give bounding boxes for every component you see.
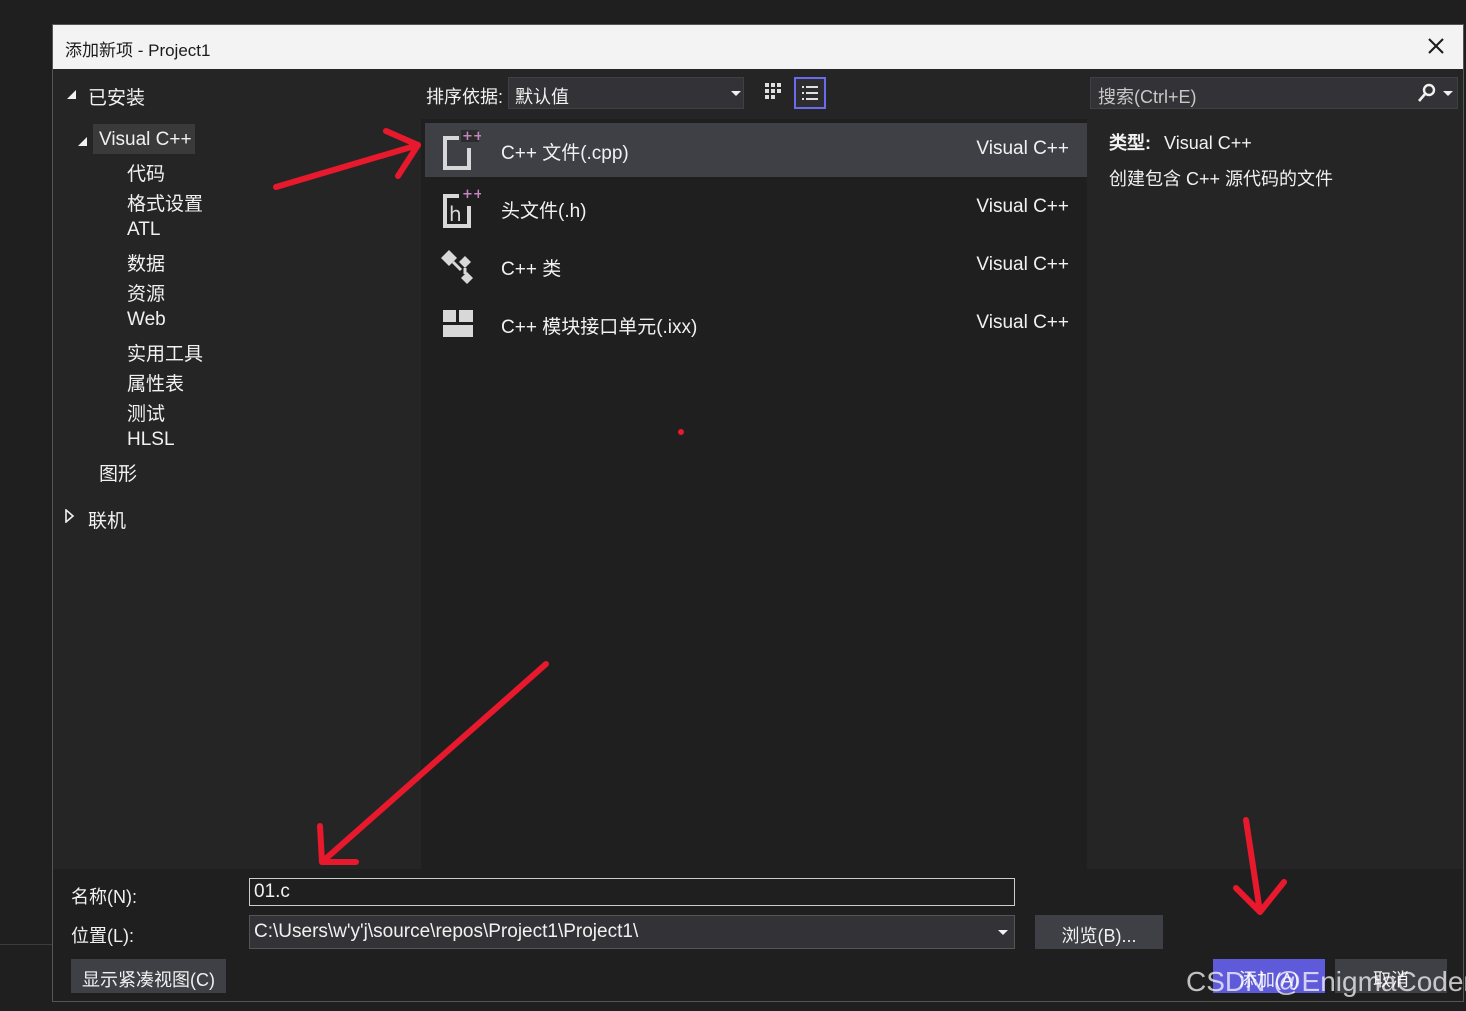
location-value: C:\Users\w'y'j\source\repos\Project1\Pro… — [254, 921, 639, 942]
tree-item-atl[interactable]: ATL — [127, 219, 160, 241]
chevron-down-icon — [731, 91, 741, 96]
sort-label: 排序依据: — [426, 87, 504, 107]
tree-item-property-sheets[interactable]: 属性表 — [127, 369, 184, 396]
template-language: Visual C++ — [976, 254, 1069, 275]
sort-value: 默认值 — [515, 87, 569, 107]
dialog-titlebar: 添加新项 - Project1 — [53, 25, 1463, 69]
svg-text:++: ++ — [462, 129, 481, 144]
search-input[interactable]: 搜索(Ctrl+E) — [1090, 77, 1458, 109]
expanded-triangle-icon[interactable] — [67, 90, 76, 99]
tree-item-hlsl[interactable]: HLSL — [127, 429, 175, 451]
module-interface-icon — [443, 310, 473, 337]
close-icon[interactable] — [1423, 33, 1449, 59]
background-divider — [0, 944, 52, 945]
watermark: CSDN @EnigmaCoder — [1186, 966, 1466, 997]
expanded-triangle-icon[interactable] — [78, 137, 87, 146]
tree-item-utility[interactable]: 实用工具 — [127, 339, 203, 366]
svg-text:++: ++ — [462, 187, 481, 202]
type-value: Visual C++ — [1164, 133, 1252, 153]
template-language: Visual C++ — [976, 312, 1069, 333]
tree-item-web[interactable]: Web — [127, 309, 166, 331]
sort-dropdown[interactable]: 默认值 — [508, 77, 744, 109]
template-language: Visual C++ — [976, 196, 1069, 217]
template-type: 类型: Visual C++ — [1109, 129, 1252, 155]
tree-item-visual-cpp[interactable]: Visual C++ — [99, 129, 192, 151]
location-input[interactable]: C:\Users\w'y'j\source\repos\Project1\Pro… — [249, 915, 1015, 949]
name-label: 名称(N): — [71, 887, 137, 907]
grid-view-icon[interactable] — [759, 77, 791, 109]
search-placeholder: 搜索(Ctrl+E) — [1098, 87, 1197, 107]
tree-item-test[interactable]: 测试 — [127, 399, 165, 426]
collapsed-triangle-icon[interactable] — [64, 509, 76, 523]
details-pane: 搜索(Ctrl+E) 类型: Visual C++ 创建包含 C++ 源代码的文… — [1089, 69, 1463, 869]
template-item-header[interactable]: h ++ 头文件(.h) Visual C++ — [425, 181, 1087, 235]
template-language: Visual C++ — [976, 138, 1069, 159]
template-description: 创建包含 C++ 源代码的文件 — [1109, 169, 1334, 189]
template-item-class[interactable]: C++ 类 Visual C++ — [425, 239, 1087, 293]
compact-view-button[interactable]: 显示紧凑视图(C) — [71, 959, 226, 993]
type-label: 类型: — [1109, 133, 1151, 153]
template-item-module[interactable]: C++ 模块接口单元(.ixx) Visual C++ — [425, 297, 1087, 351]
template-name: C++ 类 — [501, 259, 562, 280]
dialog-title: 添加新项 - Project1 — [65, 41, 211, 60]
tree-item-resource[interactable]: 资源 — [127, 279, 165, 306]
search-icon[interactable] — [1417, 83, 1437, 103]
add-new-item-dialog: 添加新项 - Project1 已安装 Visual C++ 代码 格式设置 A… — [52, 24, 1464, 1002]
chevron-down-icon[interactable] — [998, 930, 1008, 935]
cpp-class-icon — [441, 250, 473, 284]
category-tree: 已安装 Visual C++ 代码 格式设置 ATL 数据 资源 Web 实用工… — [53, 69, 419, 869]
cpp-file-icon: ++ — [443, 129, 481, 170]
browse-button[interactable]: 浏览(B)... — [1035, 915, 1163, 949]
tree-item-graphics[interactable]: 图形 — [99, 459, 137, 486]
name-value: 01.c — [254, 881, 290, 902]
template-pane: 排序依据: 默认值 ++ — [419, 69, 1089, 869]
tree-item-formatting[interactable]: 格式设置 — [127, 189, 203, 216]
location-label: 位置(L): — [71, 926, 134, 946]
tree-item-data[interactable]: 数据 — [127, 249, 165, 276]
svg-text:h: h — [449, 202, 462, 226]
template-list: ++ C++ 文件(.cpp) Visual C++ h ++ 头文件(.h) … — [421, 119, 1087, 869]
template-item-cpp[interactable]: ++ C++ 文件(.cpp) Visual C++ — [425, 123, 1087, 177]
tree-item-online[interactable]: 联机 — [88, 506, 126, 533]
template-name: C++ 文件(.cpp) — [501, 143, 629, 164]
template-name: C++ 模块接口单元(.ixx) — [501, 317, 698, 338]
chevron-down-icon[interactable] — [1443, 91, 1453, 96]
header-file-icon: h ++ — [443, 187, 481, 228]
name-input[interactable]: 01.c — [249, 878, 1015, 906]
tree-item-installed[interactable]: 已安装 — [88, 83, 145, 110]
tree-item-code[interactable]: 代码 — [127, 159, 165, 186]
template-name: 头文件(.h) — [501, 201, 587, 222]
list-view-icon[interactable] — [794, 77, 826, 109]
